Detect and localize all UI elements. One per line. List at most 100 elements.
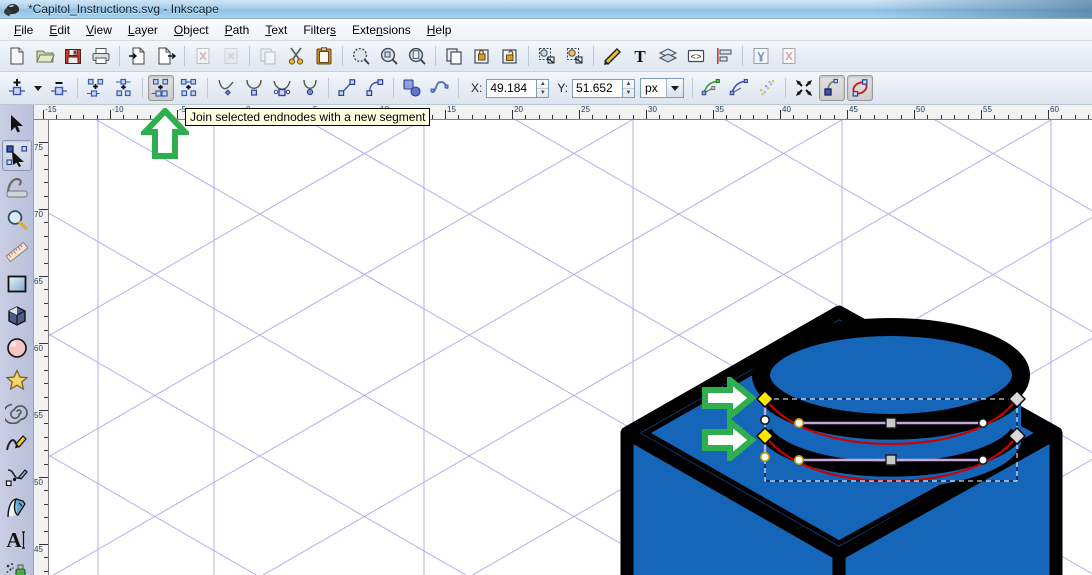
- zoom-tool-icon[interactable]: [2, 204, 32, 235]
- chevron-down-icon[interactable]: [666, 79, 684, 97]
- spiral-tool-icon[interactable]: [2, 396, 32, 427]
- print-document-icon[interactable]: [88, 43, 114, 69]
- tweak-tool-icon[interactable]: [2, 172, 32, 203]
- x-coordinate-input[interactable]: [486, 78, 537, 98]
- paste-icon[interactable]: [311, 43, 337, 69]
- save-document-icon[interactable]: [60, 43, 86, 69]
- ruler-tick-minor: [1088, 115, 1090, 119]
- lpe-parameter-icon[interactable]: [698, 75, 724, 101]
- ellipse-tool-icon[interactable]: [2, 332, 32, 363]
- toolbar-separator: [435, 46, 436, 66]
- open-document-icon[interactable]: [32, 43, 58, 69]
- rectangle-tool-icon[interactable]: [2, 268, 32, 299]
- delete-node-icon[interactable]: [46, 75, 72, 101]
- chevron-down-icon[interactable]: [31, 75, 45, 101]
- node-symmetric-icon[interactable]: [269, 75, 295, 101]
- ruler-label: 45: [34, 545, 43, 554]
- menu-filters[interactable]: Filters: [295, 21, 344, 39]
- import-icon[interactable]: [125, 43, 151, 69]
- selector-tool-icon[interactable]: [2, 108, 32, 139]
- join-nodes-icon[interactable]: [111, 75, 137, 101]
- clip-parameter-icon[interactable]: [754, 75, 780, 101]
- ruler-tick-minor: [44, 222, 48, 224]
- insert-node-icon[interactable]: [4, 75, 30, 101]
- stroke-to-path-icon[interactable]: [427, 75, 453, 101]
- export-icon[interactable]: [153, 43, 179, 69]
- duplicate-icon[interactable]: [441, 43, 467, 69]
- menu-text[interactable]: Text: [257, 21, 295, 39]
- delete-segment-icon[interactable]: [176, 75, 202, 101]
- mask-parameter-icon[interactable]: [726, 75, 752, 101]
- preferences-icon[interactable]: [748, 43, 774, 69]
- ruler-tick-minor: [605, 115, 607, 119]
- ruler-tick-minor: [471, 115, 473, 119]
- layers-icon[interactable]: [655, 43, 681, 69]
- x-spinner-arrows[interactable]: ▲ ▼: [536, 78, 550, 98]
- menu-path[interactable]: Path: [217, 21, 258, 39]
- menu-help[interactable]: Help: [419, 21, 460, 39]
- zoom-drawing-icon[interactable]: [376, 43, 402, 69]
- node-auto-icon[interactable]: [297, 75, 323, 101]
- ruler-tick: [713, 110, 714, 119]
- spray-tool-icon[interactable]: [2, 556, 32, 575]
- ungroup-icon[interactable]: [497, 43, 523, 69]
- raise-to-top-icon[interactable]: [534, 43, 560, 69]
- menu-edit[interactable]: Edit: [41, 21, 78, 39]
- node-smooth-icon[interactable]: [241, 75, 267, 101]
- ruler-tick: [1048, 110, 1049, 119]
- calligraphy-tool-icon[interactable]: [2, 492, 32, 523]
- show-bezier-handles-icon[interactable]: [819, 75, 846, 101]
- svg-text:A: A: [6, 528, 22, 552]
- ruler-tick-minor: [699, 115, 701, 119]
- command-toolbar: T <>: [0, 41, 1092, 72]
- zoom-page-icon[interactable]: [404, 43, 430, 69]
- inkscape-window: *Capitol_Instructions.svg - Inkscape FFi…: [0, 0, 1092, 575]
- segment-curve-icon[interactable]: [362, 75, 388, 101]
- ruler-tick-minor: [632, 115, 634, 119]
- lower-to-bottom-icon[interactable]: [562, 43, 588, 69]
- menu-view[interactable]: View: [78, 21, 120, 39]
- menu-extensions[interactable]: Extensions: [344, 21, 419, 39]
- xml-editor-icon[interactable]: <>: [683, 43, 709, 69]
- document-properties-icon[interactable]: [776, 43, 802, 69]
- cut-icon[interactable]: [283, 43, 309, 69]
- units-select[interactable]: px: [640, 78, 685, 98]
- y-coordinate-spinner[interactable]: ▲▼: [572, 78, 636, 98]
- node-tool-icon[interactable]: [1, 140, 32, 171]
- star-tool-icon[interactable]: [2, 364, 32, 395]
- new-document-icon[interactable]: [4, 43, 30, 69]
- ruler-tick-minor: [686, 115, 688, 119]
- menu-layer[interactable]: Layer: [120, 21, 166, 39]
- join-with-segment-icon[interactable]: [148, 75, 174, 101]
- ruler-label: 50: [916, 105, 925, 114]
- pencil-tool-icon[interactable]: [2, 428, 32, 459]
- show-transform-handles-icon[interactable]: [791, 75, 817, 101]
- y-coordinate-input[interactable]: [572, 78, 623, 98]
- text-and-font-icon[interactable]: T: [627, 43, 653, 69]
- group-icon[interactable]: [469, 43, 495, 69]
- copy-icon[interactable]: [255, 43, 281, 69]
- object-to-path-icon[interactable]: [399, 75, 425, 101]
- node-cusp-icon[interactable]: [213, 75, 239, 101]
- box-3d-tool-icon[interactable]: [2, 300, 32, 331]
- menu-file[interactable]: FFileile: [6, 21, 41, 39]
- align-and-distribute-icon[interactable]: [711, 43, 737, 69]
- ruler-tick-minor: [565, 115, 567, 119]
- drawing-canvas[interactable]: [49, 120, 1092, 575]
- vertical-ruler[interactable]: 75 70 65 60 55 50 45: [34, 120, 49, 575]
- segment-line-icon[interactable]: [334, 75, 360, 101]
- menu-object[interactable]: Object: [166, 21, 217, 39]
- ruler-tick-minor: [83, 115, 85, 119]
- text-tool-icon[interactable]: A: [2, 524, 32, 555]
- break-path-icon[interactable]: [83, 75, 109, 101]
- bezier-tool-icon[interactable]: [2, 460, 32, 491]
- ruler-label: -15: [45, 105, 57, 114]
- zoom-selection-icon[interactable]: [348, 43, 374, 69]
- show-path-outline-icon[interactable]: [847, 75, 874, 101]
- redo-icon[interactable]: [218, 43, 244, 69]
- x-coordinate-spinner[interactable]: ▲▼: [486, 78, 550, 98]
- measure-tool-icon[interactable]: [2, 236, 32, 267]
- undo-icon[interactable]: [190, 43, 216, 69]
- y-spinner-arrows[interactable]: ▲ ▼: [622, 78, 636, 98]
- fill-and-stroke-icon[interactable]: [599, 43, 625, 69]
